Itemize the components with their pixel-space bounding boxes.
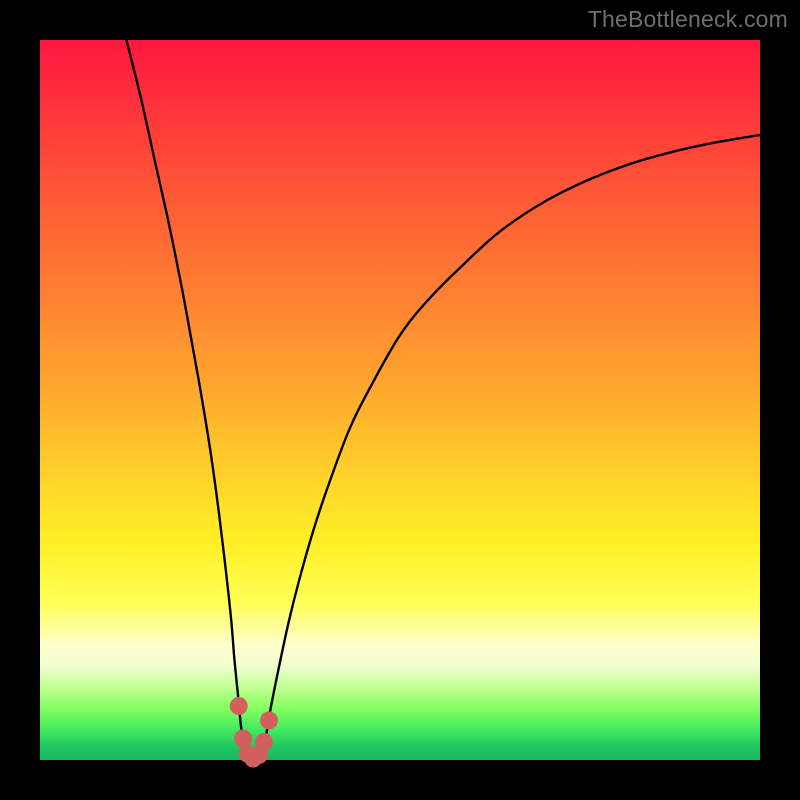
valley-marker (234, 729, 252, 747)
bottleneck-curve (126, 40, 760, 759)
gradient-plot-area (40, 40, 760, 760)
watermark-text: TheBottleneck.com (588, 6, 788, 33)
valley-marker (230, 697, 248, 715)
valley-marker (260, 711, 278, 729)
curve-layer (40, 40, 760, 760)
chart-frame: TheBottleneck.com (0, 0, 800, 800)
valley-marker (255, 733, 273, 751)
